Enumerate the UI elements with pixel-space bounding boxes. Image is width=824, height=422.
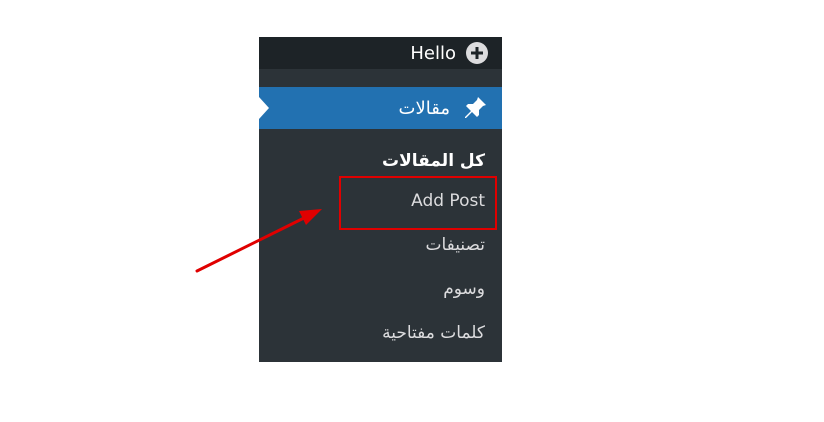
pointer-arrow-icon [195,209,322,273]
screenshot-stage: Hello مقالات كل المقالات Add Post تصنيفا… [0,0,824,422]
